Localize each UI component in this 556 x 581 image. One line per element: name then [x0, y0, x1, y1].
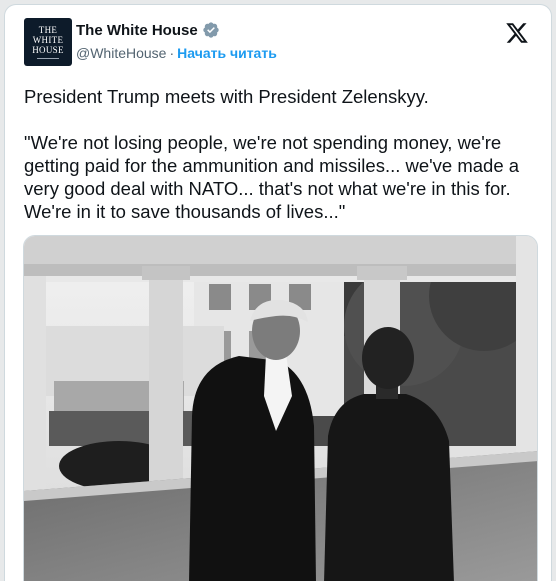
verified-badge-icon	[202, 22, 219, 38]
tweet-photo[interactable]	[23, 235, 538, 581]
author-display-name[interactable]: The White House	[76, 22, 198, 39]
avatar-logo-rule	[37, 58, 59, 59]
author-handle-row: @WhiteHouse · Начать читать	[76, 45, 277, 61]
handle-separator: ·	[169, 45, 175, 61]
avatar-logo-line-1: THE	[38, 25, 58, 35]
x-logo-icon[interactable]	[505, 21, 529, 45]
avatar-logo-line-2: WHITE	[32, 35, 64, 45]
tweet-text: President Trump meets with President Zel…	[24, 86, 520, 222]
follow-button[interactable]: Начать читать	[177, 45, 277, 61]
avatar-logo-line-3: HOUSE	[32, 45, 64, 55]
author-handle[interactable]: @WhiteHouse	[76, 45, 166, 61]
author-name-row: The White House	[76, 21, 220, 39]
tweet-card[interactable]: THE WHITE HOUSE The White House @WhiteHo…	[4, 4, 552, 581]
avatar[interactable]: THE WHITE HOUSE	[24, 18, 72, 66]
photo-image	[24, 236, 537, 581]
